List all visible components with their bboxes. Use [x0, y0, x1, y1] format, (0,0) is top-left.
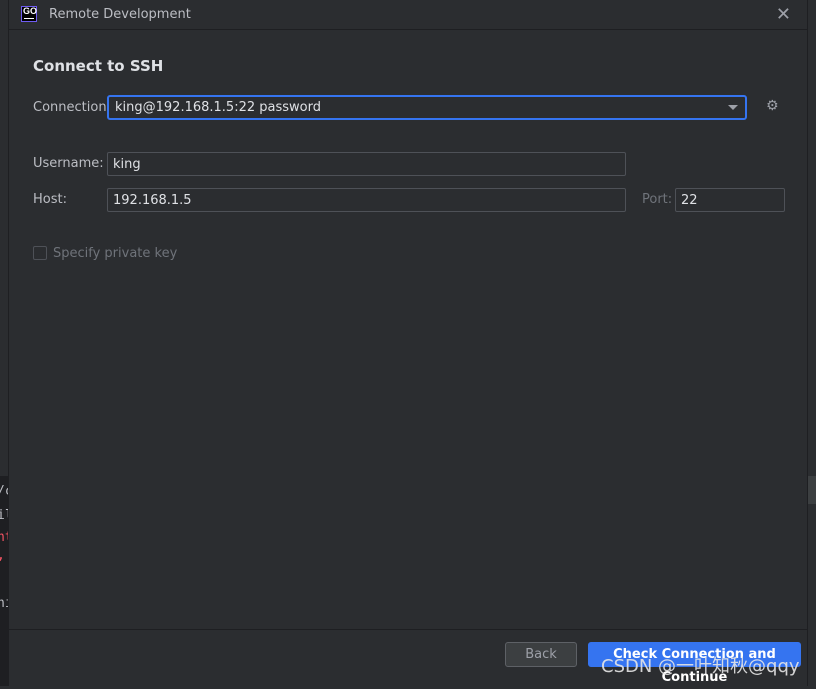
background-code-line: il	[0, 508, 8, 523]
background-code-line: ,	[0, 548, 5, 563]
host-field[interactable]	[107, 188, 626, 212]
watermark: CSDN @一叶知秋@qqy	[601, 656, 800, 677]
private-key-label: Specify private key	[53, 246, 178, 261]
background-panel	[808, 476, 816, 504]
port-field[interactable]	[675, 188, 785, 212]
background-code-line: /c	[0, 484, 8, 499]
username-label: Username:	[33, 156, 104, 171]
footer-divider	[9, 629, 807, 630]
chevron-down-icon	[728, 105, 738, 110]
back-button[interactable]: Back	[505, 642, 577, 667]
remote-development-dialog: GO Remote Development ✕ Connect to SSH C…	[8, 0, 808, 686]
connection-value: king@192.168.1.5:22 password	[115, 100, 321, 115]
private-key-checkbox[interactable]	[33, 246, 47, 260]
page-title: Connect to SSH	[33, 57, 164, 75]
close-icon[interactable]: ✕	[776, 4, 791, 25]
title-bar: GO Remote Development ✕	[9, 0, 807, 30]
username-field[interactable]	[107, 152, 626, 176]
connection-label: Connection:	[33, 100, 111, 115]
background-code-line: ni	[0, 596, 8, 611]
window-title: Remote Development	[49, 7, 191, 22]
gear-icon[interactable]: ⚙	[766, 98, 779, 114]
background-code-line: nt	[0, 530, 8, 545]
connection-dropdown[interactable]: king@192.168.1.5:22 password	[107, 95, 747, 120]
goland-app-icon: GO	[21, 6, 37, 22]
host-label: Host:	[33, 192, 67, 207]
port-label: Port:	[642, 192, 673, 207]
background-editor: /c il nt , ni	[0, 476, 8, 686]
